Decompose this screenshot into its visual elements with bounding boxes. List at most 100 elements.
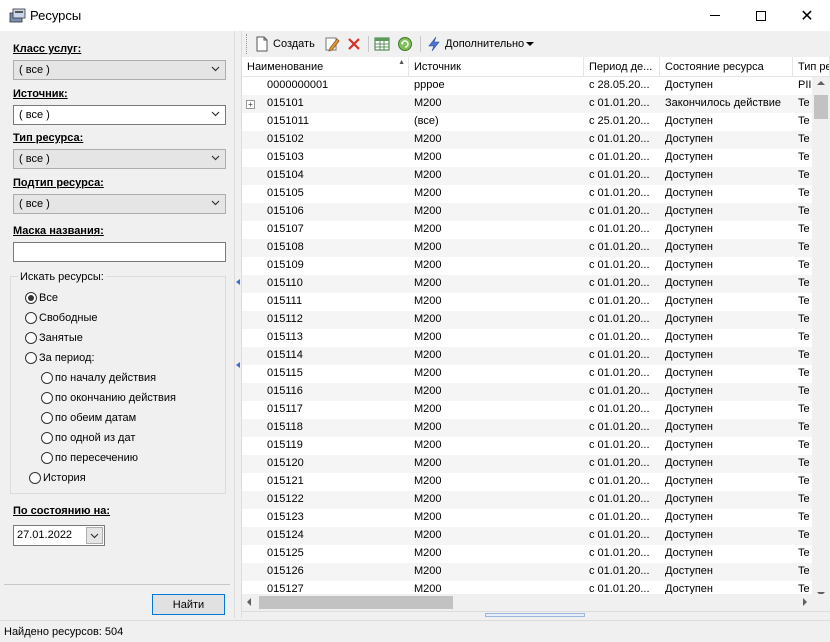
cell-source: M200 xyxy=(414,151,442,163)
cell-name: 015110 xyxy=(267,277,303,289)
column-header-type[interactable]: Тип ре... xyxy=(793,57,830,77)
toolbar-grip[interactable] xyxy=(246,34,248,54)
collapse-left-icon[interactable] xyxy=(236,279,240,285)
column-header-name[interactable]: Наименование ▲ xyxy=(242,57,409,77)
cell-name: 015113 xyxy=(267,331,303,343)
state-date-picker[interactable]: 27.01.2022 xyxy=(13,525,105,546)
radio-period-end[interactable]: по окончанию действия xyxy=(41,392,176,404)
title-bar: Ресурсы ✕ xyxy=(0,0,830,31)
radio-busy[interactable]: Занятые xyxy=(25,332,83,344)
radio-period[interactable]: За период: xyxy=(25,352,95,364)
table-row[interactable]: 015105 M200 с 01.01.20... Доступен Te xyxy=(242,185,812,203)
cell-name: 015105 xyxy=(267,187,304,199)
table-row[interactable]: 015111 M200 с 01.01.20... Доступен Te xyxy=(242,293,812,311)
table-row[interactable]: 015108 M200 с 01.01.20... Доступен Te xyxy=(242,239,812,257)
cell-state: Доступен xyxy=(665,169,714,181)
cell-name: 015126 xyxy=(267,565,304,577)
table-row[interactable]: 015126 M200 с 01.01.20... Доступен Te xyxy=(242,563,812,581)
scroll-thumb[interactable] xyxy=(814,95,828,119)
cell-source: M200 xyxy=(414,241,442,253)
horizontal-splitter[interactable] xyxy=(242,611,830,618)
table-row[interactable]: 015106 M200 с 01.01.20... Доступен Te xyxy=(242,203,812,221)
table-row[interactable]: 015102 M200 с 01.01.20... Доступен Te xyxy=(242,131,812,149)
table-row[interactable]: 015107 M200 с 01.01.20... Доступен Te xyxy=(242,221,812,239)
scroll-thumb[interactable] xyxy=(259,596,453,609)
table-row[interactable]: 015119 M200 с 01.01.20... Доступен Te xyxy=(242,437,812,455)
table-row[interactable]: 015114 M200 с 01.01.20... Доступен Te xyxy=(242,347,812,365)
vertical-splitter[interactable] xyxy=(234,31,242,618)
scroll-up-icon[interactable] xyxy=(817,81,825,85)
table-row[interactable]: 015104 M200 с 01.01.20... Доступен Te xyxy=(242,167,812,185)
cell-source: M200 xyxy=(414,457,442,469)
radio-period-start[interactable]: по началу действия xyxy=(41,372,156,384)
more-dropdown[interactable]: Дополнительно xyxy=(426,34,535,54)
table-row[interactable]: 015122 M200 с 01.01.20... Доступен Te xyxy=(242,491,812,509)
find-button[interactable]: Найти xyxy=(152,594,225,615)
service-class-select[interactable]: ( все ) xyxy=(13,60,226,80)
radio-icon xyxy=(41,372,53,384)
column-header-state[interactable]: Состояние ресурса xyxy=(660,57,793,77)
cell-state: Доступен xyxy=(665,133,714,145)
radio-period-both[interactable]: по обеим датам xyxy=(41,412,136,424)
column-header-period[interactable]: Период де... xyxy=(584,57,660,77)
table-row[interactable]: 015112 M200 с 01.01.20... Доступен Te xyxy=(242,311,812,329)
close-button[interactable]: ✕ xyxy=(784,0,830,31)
cell-source: M200 xyxy=(414,295,442,307)
table-row[interactable]: 015124 M200 с 01.01.20... Доступен Te xyxy=(242,527,812,545)
table-row[interactable]: 015103 M200 с 01.01.20... Доступен Te xyxy=(242,149,812,167)
table-row[interactable]: 015117 M200 с 01.01.20... Доступен Te xyxy=(242,401,812,419)
source-select[interactable]: ( все ) xyxy=(13,105,226,125)
table-row[interactable]: 015110 M200 с 01.01.20... Доступен Te xyxy=(242,275,812,293)
radio-all[interactable]: Все xyxy=(25,292,58,304)
delete-button[interactable] xyxy=(346,34,365,54)
radio-icon xyxy=(25,292,37,304)
cell-state: Доступен xyxy=(665,205,714,217)
cell-period: с 01.01.20... xyxy=(589,259,650,271)
collapse-left-icon[interactable] xyxy=(236,362,240,368)
table-row[interactable]: 0000000001 рррое с 28.05.20... Доступен PII xyxy=(242,77,812,95)
cell-period: с 01.01.20... xyxy=(589,565,650,577)
date-dropdown-button[interactable] xyxy=(86,527,103,544)
resource-subtype-value: ( все ) xyxy=(19,198,50,210)
table-row[interactable]: 0151011 (все) с 25.01.20... Доступен Te xyxy=(242,113,812,131)
maximize-button[interactable] xyxy=(738,0,784,31)
cell-name: 015106 xyxy=(267,205,304,217)
table-row[interactable]: 015125 M200 с 01.01.20... Доступен Te xyxy=(242,545,812,563)
cell-source: рррое xyxy=(414,79,445,91)
cell-state: Доступен xyxy=(665,475,714,487)
scroll-right-icon[interactable] xyxy=(803,598,807,606)
splitter-grip[interactable] xyxy=(485,613,585,617)
radio-period-either[interactable]: по одной из дат xyxy=(41,432,135,444)
column-header-source[interactable]: Источник xyxy=(409,57,584,77)
cell-period: с 01.01.20... xyxy=(589,151,650,163)
resource-subtype-select[interactable]: ( все ) xyxy=(13,194,226,214)
scroll-left-icon[interactable] xyxy=(247,598,251,606)
resources-grid[interactable]: Наименование ▲ Источник Период де... Сос… xyxy=(242,57,830,600)
radio-period-overlap[interactable]: по пересечению xyxy=(41,452,138,464)
table-row[interactable]: 015109 M200 с 01.01.20... Доступен Te xyxy=(242,257,812,275)
table-row[interactable]: 015113 M200 с 01.01.20... Доступен Te xyxy=(242,329,812,347)
edit-button[interactable] xyxy=(324,34,343,54)
refresh-button[interactable] xyxy=(397,34,416,54)
vertical-scrollbar[interactable] xyxy=(812,77,830,600)
expand-icon[interactable]: + xyxy=(246,100,255,109)
table-row[interactable]: 015121 M200 с 01.01.20... Доступен Te xyxy=(242,473,812,491)
cell-name: 015114 xyxy=(267,349,303,361)
horizontal-scrollbar[interactable] xyxy=(242,594,812,611)
table-row[interactable]: 015120 M200 с 01.01.20... Доступен Te xyxy=(242,455,812,473)
create-button[interactable]: Создать xyxy=(254,34,315,54)
table-row[interactable]: 015123 M200 с 01.01.20... Доступен Te xyxy=(242,509,812,527)
table-row[interactable]: 015118 M200 с 01.01.20... Доступен Te xyxy=(242,419,812,437)
cell-period: с 01.01.20... xyxy=(589,205,650,217)
radio-history[interactable]: История xyxy=(29,472,86,484)
table-row[interactable]: 015116 M200 с 01.01.20... Доступен Te xyxy=(242,383,812,401)
name-mask-input[interactable] xyxy=(13,242,226,262)
grid-settings-button[interactable] xyxy=(374,34,393,54)
table-row[interactable]: +015101 M200 с 01.01.20... Закончилось дейс… xyxy=(242,95,812,113)
resource-type-select[interactable]: ( все ) xyxy=(13,149,226,169)
cell-state: Доступен xyxy=(665,115,714,127)
radio-free[interactable]: Свободные xyxy=(25,312,97,324)
caret-down-icon xyxy=(526,42,535,46)
table-row[interactable]: 015115 M200 с 01.01.20... Доступен Te xyxy=(242,365,812,383)
minimize-button[interactable] xyxy=(692,0,738,31)
